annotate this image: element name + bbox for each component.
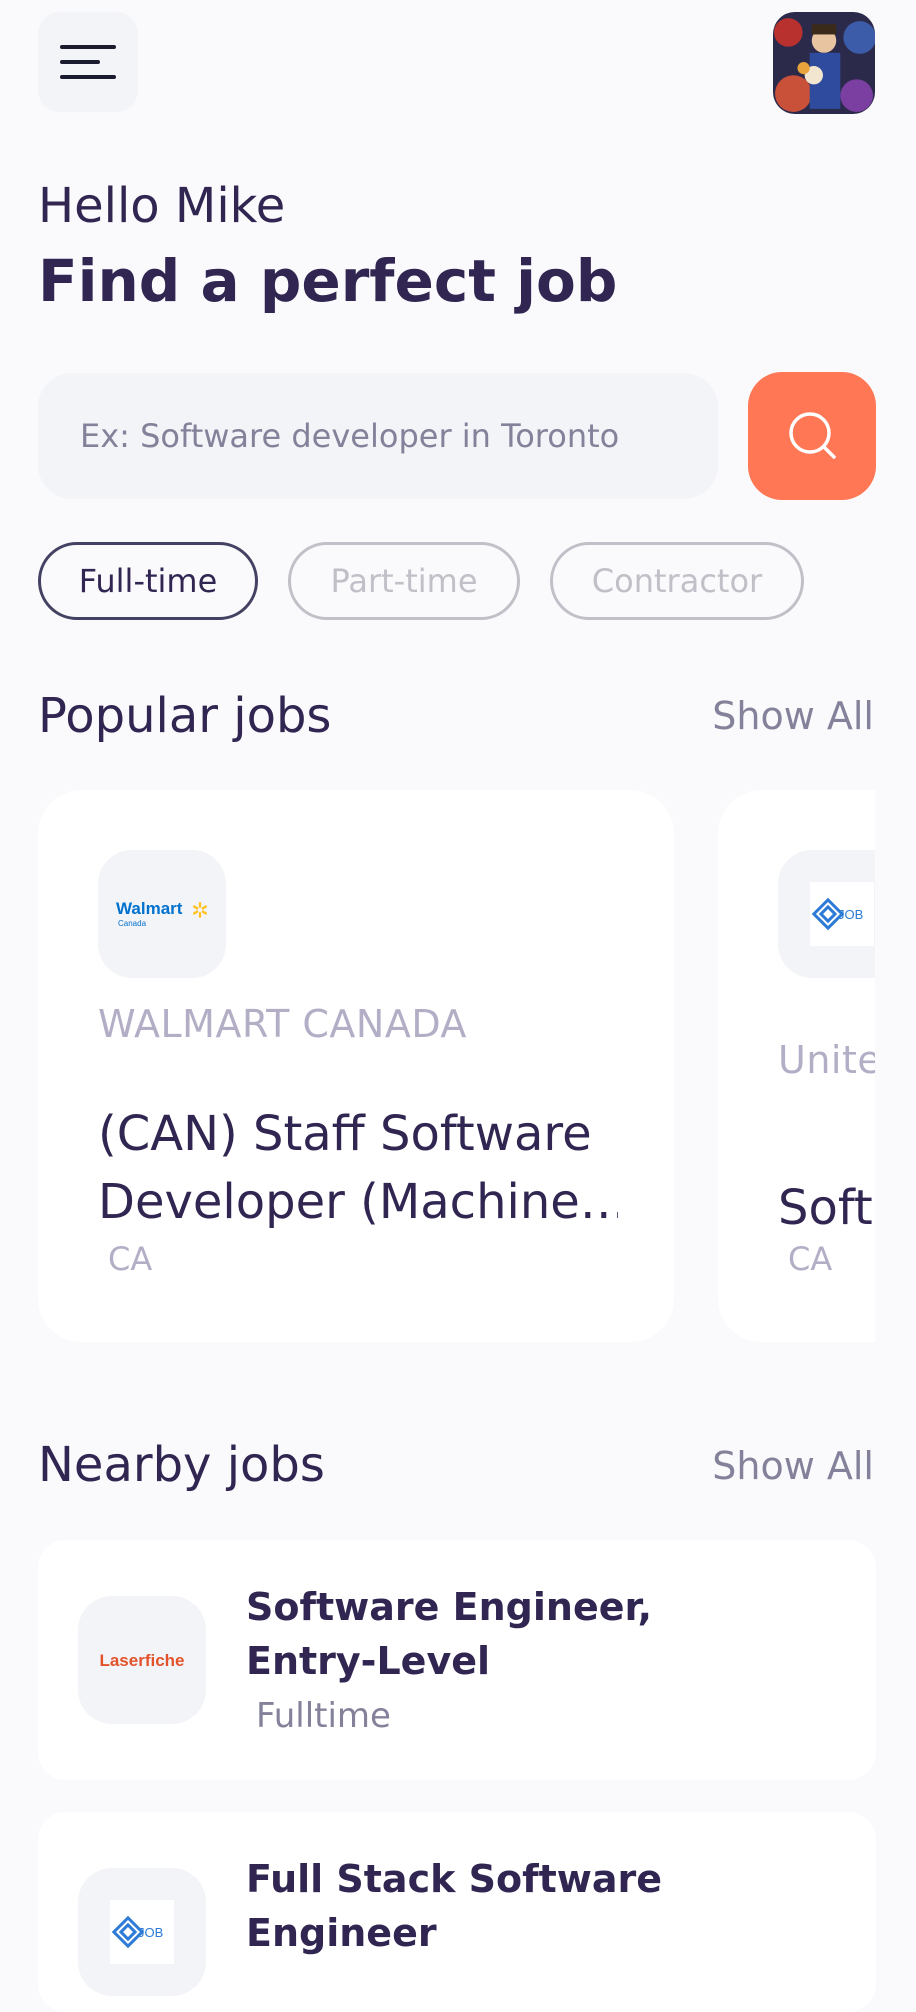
search-icon <box>789 412 836 459</box>
company-logo: JOB <box>78 1868 206 1996</box>
company-name: Unite <box>778 1038 875 1082</box>
search-input[interactable] <box>78 416 702 456</box>
greeting-text: Hello Mike <box>38 178 286 234</box>
job-type-chip-part-time[interactable]: Part-time <box>288 542 520 620</box>
svg-text:Canada: Canada <box>118 919 147 928</box>
svg-text:JOB: JOB <box>838 907 863 922</box>
page-title: Find a perfect job <box>38 247 618 315</box>
nearby-job-card[interactable]: Laserfiche Software Engineer, Entry-Leve… <box>38 1540 876 1780</box>
nearby-job-title-line-2: Engineer <box>246 1911 437 1955</box>
svg-text:JOB: JOB <box>138 1925 163 1940</box>
job-type-chip-contractor[interactable]: Contractor <box>550 542 804 620</box>
menu-icon <box>60 45 116 79</box>
laserfiche-logo: Laserfiche <box>99 1651 184 1670</box>
company-logo: Walmart Canada <box>98 850 226 978</box>
nearby-jobs-heading: Nearby jobs <box>38 1437 325 1493</box>
nearby-job-title-line-1: Software Engineer, <box>246 1585 653 1629</box>
job-logo: JOB <box>110 1900 174 1964</box>
job-type-chip-full-time[interactable]: Full-time <box>38 542 258 620</box>
search-box <box>38 373 718 499</box>
nearby-show-all-link[interactable]: Show All <box>712 1444 874 1488</box>
nearby-job-title-line-1: Full Stack Software <box>246 1857 663 1901</box>
popular-job-card[interactable]: JOB Unite Soft CA <box>718 790 875 1342</box>
nearby-job-type: Fulltime <box>256 1696 391 1736</box>
walmart-logo: Walmart Canada <box>116 899 208 928</box>
nearby-job-title-line-2: Entry-Level <box>246 1639 491 1683</box>
job-title: Soft <box>778 1180 873 1236</box>
search-button[interactable] <box>748 372 876 500</box>
job-location: CA <box>788 1240 833 1278</box>
avatar-image <box>773 12 875 114</box>
job-title-line-1: (CAN) Staff Software <box>98 1106 592 1162</box>
company-name: WALMART CANADA <box>98 1002 467 1046</box>
avatar[interactable] <box>773 12 875 114</box>
menu-button[interactable] <box>38 12 138 112</box>
popular-jobs-heading: Popular jobs <box>38 688 332 744</box>
company-logo: Laserfiche <box>78 1596 206 1724</box>
svg-text:Walmart: Walmart <box>116 899 183 918</box>
job-title-line-2: Developer (Machine… <box>98 1174 618 1230</box>
nearby-job-card[interactable]: JOB Full Stack Software Engineer <box>38 1812 876 2012</box>
company-logo: JOB <box>778 850 875 978</box>
popular-show-all-link[interactable]: Show All <box>712 694 874 738</box>
job-logo: JOB <box>810 882 874 946</box>
job-location: CA <box>108 1240 153 1278</box>
svg-text:Laserfiche: Laserfiche <box>99 1651 184 1670</box>
popular-job-card[interactable]: Walmart Canada WALMART CANADA (CAN) Staf… <box>38 790 674 1342</box>
